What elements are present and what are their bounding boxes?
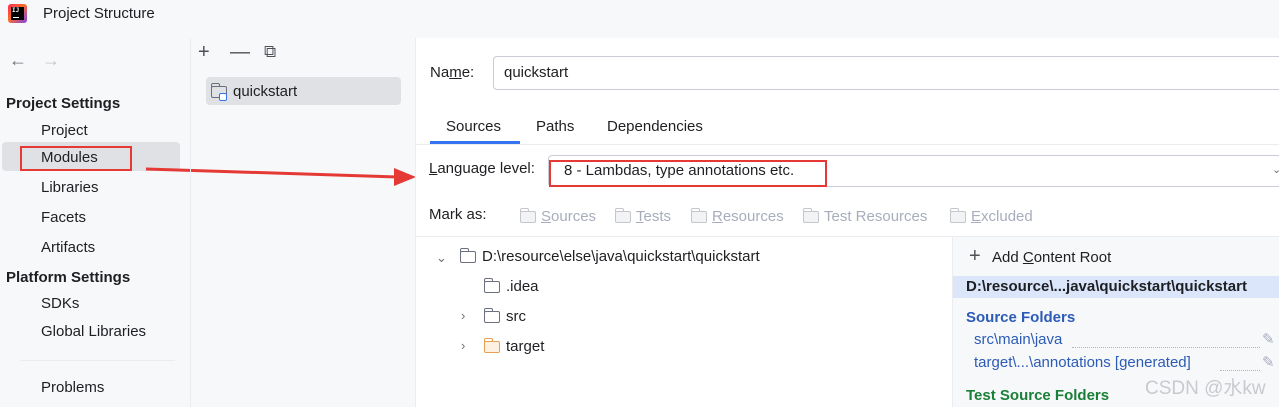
mark-as-test-resources[interactable]: Test Resources bbox=[824, 208, 927, 225]
sidebar-item-facets[interactable]: Facets bbox=[41, 209, 86, 226]
mark-as-resources[interactable]: Resources bbox=[712, 208, 784, 225]
window-title: Project Structure bbox=[43, 5, 155, 22]
chevron-right-icon[interactable]: › bbox=[461, 308, 465, 323]
name-label: Name: bbox=[430, 64, 475, 81]
tab-sources[interactable]: Sources bbox=[446, 118, 501, 135]
active-tab-indicator bbox=[430, 141, 520, 144]
language-level-highlight-box bbox=[549, 160, 827, 187]
modules-highlight-box bbox=[20, 146, 132, 171]
tab-paths[interactable]: Paths bbox=[536, 118, 574, 135]
tests-folder-icon bbox=[614, 208, 631, 223]
excluded-folder-icon bbox=[483, 338, 500, 353]
excluded-folder-icon bbox=[949, 208, 966, 223]
sidebar-item-project[interactable]: Project bbox=[41, 122, 88, 139]
dotted-leader bbox=[1072, 346, 1260, 348]
mark-as-tests[interactable]: Tests bbox=[636, 208, 671, 225]
remove-module-icon[interactable]: — bbox=[230, 42, 250, 62]
sources-folder-icon bbox=[519, 208, 536, 223]
module-name-value: quickstart bbox=[504, 64, 569, 81]
tree-item-idea[interactable]: .idea bbox=[506, 278, 539, 295]
copy-module-icon[interactable]: ⧉ bbox=[264, 42, 276, 62]
sidebar-item-artifacts[interactable]: Artifacts bbox=[41, 239, 95, 256]
add-icon[interactable]: + bbox=[969, 246, 981, 266]
sidebar-item-libraries[interactable]: Libraries bbox=[41, 179, 99, 196]
tab-dependencies[interactable]: Dependencies bbox=[607, 118, 703, 135]
intellij-app-icon: IJ bbox=[8, 4, 27, 23]
edit-pencil-icon[interactable]: ✎ bbox=[1262, 353, 1275, 371]
sidebar-item-sdks[interactable]: SDKs bbox=[41, 295, 79, 312]
edit-pencil-icon[interactable]: ✎ bbox=[1262, 330, 1275, 348]
add-module-icon[interactable]: + bbox=[198, 42, 210, 62]
test-resources-folder-icon bbox=[802, 208, 819, 223]
sidebar-item-global-libraries[interactable]: Global Libraries bbox=[41, 323, 146, 340]
back-arrow-icon[interactable]: ← bbox=[9, 50, 27, 71]
forward-arrow-icon[interactable]: → bbox=[42, 50, 60, 71]
source-folder-link[interactable]: target\...\annotations [generated] bbox=[974, 354, 1191, 371]
tree-item-target[interactable]: target bbox=[506, 338, 544, 355]
test-source-folders-heading: Test Source Folders bbox=[966, 387, 1110, 404]
chevron-down-icon[interactable]: ⌄ bbox=[1272, 163, 1279, 176]
folder-icon bbox=[483, 278, 500, 293]
content-root-path[interactable]: D:\resource\...java\quickstart\quickstar… bbox=[966, 278, 1247, 295]
tabs-divider bbox=[416, 144, 1279, 145]
folder-icon bbox=[483, 308, 500, 323]
add-content-root-button[interactable]: Add Content Root bbox=[992, 249, 1111, 266]
tree-item-src[interactable]: src bbox=[506, 308, 526, 325]
watermark: CSDN @水kw bbox=[1145, 378, 1266, 399]
sidebar-divider bbox=[20, 360, 175, 361]
mark-as-sources[interactable]: Sources bbox=[541, 208, 596, 225]
platform-settings-heading: Platform Settings bbox=[6, 269, 131, 286]
chevron-down-icon[interactable]: ⌄ bbox=[436, 250, 447, 266]
chevron-right-icon[interactable]: › bbox=[461, 338, 465, 353]
module-badge-icon bbox=[219, 93, 227, 101]
tree-root[interactable]: D:\resource\else\java\quickstart\quickst… bbox=[482, 248, 760, 265]
mark-as-label: Mark as: bbox=[429, 206, 487, 223]
project-settings-heading: Project Settings bbox=[6, 95, 121, 112]
source-folder-link[interactable]: src\main\java bbox=[974, 331, 1062, 348]
module-name-input[interactable] bbox=[493, 56, 1279, 90]
sidebar-separator bbox=[190, 38, 191, 407]
mark-as-excluded[interactable]: Excluded bbox=[971, 208, 1033, 225]
language-level-label: Language level: bbox=[429, 160, 535, 177]
dotted-leader bbox=[1220, 369, 1260, 371]
annotation-arrow bbox=[145, 167, 416, 186]
module-name: quickstart bbox=[233, 83, 298, 100]
source-folders-heading: Source Folders bbox=[966, 309, 1076, 326]
folder-icon bbox=[459, 248, 476, 263]
resources-folder-icon bbox=[690, 208, 707, 223]
sidebar-item-problems[interactable]: Problems bbox=[41, 379, 104, 396]
title-bar bbox=[0, 0, 1279, 32]
